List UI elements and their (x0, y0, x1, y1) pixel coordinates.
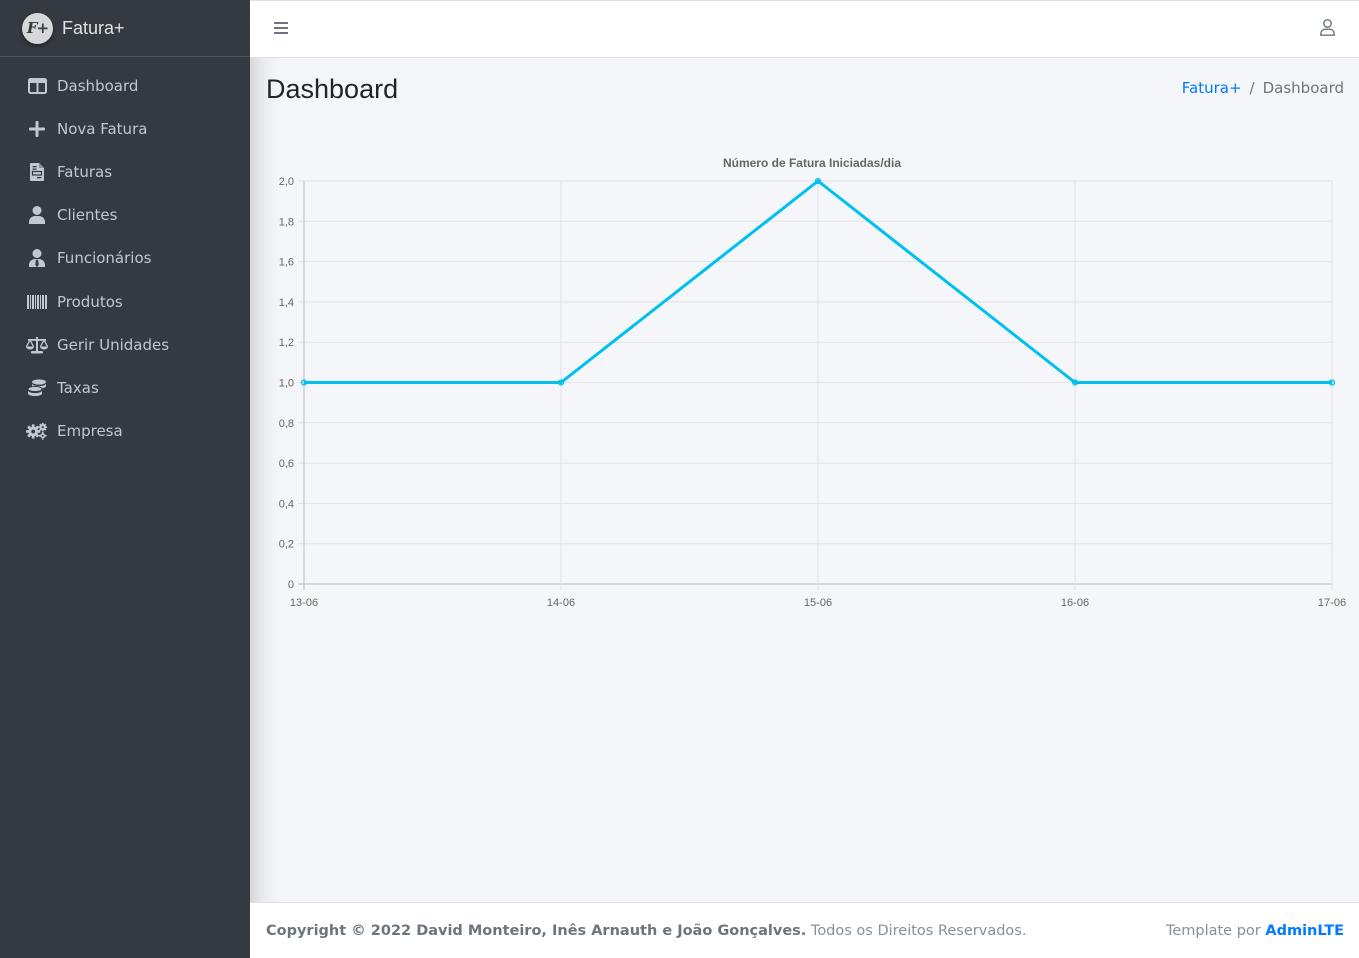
sidebar-item-gerir-unidades[interactable]: Gerir Unidades (0, 323, 250, 366)
sidebar-item-funcionarios[interactable]: Funcionários (0, 237, 250, 280)
data-point (1071, 379, 1079, 386)
brand-link[interactable]: F+ Fatura+ (0, 0, 250, 57)
y-tick-label: 0 (288, 579, 294, 591)
breadcrumb-current: Dashboard (1262, 79, 1344, 97)
x-tick-label: 14-06 (547, 597, 575, 609)
balance-scale-icon (26, 335, 48, 355)
y-tick-label: 1,4 (279, 297, 294, 309)
y-tick-label: 1,2 (279, 337, 294, 349)
main-sidebar: F+ Fatura+ Dashboard Nova Fatura Faturas (0, 0, 250, 958)
sidebar-item-faturas[interactable]: Faturas (0, 150, 250, 193)
footer-rights: Todos os Direitos Reservados. (806, 922, 1027, 939)
sidebar-item-label: Clientes (57, 206, 118, 225)
y-tick-label: 2,0 (279, 176, 294, 188)
sidebar-item-taxas[interactable]: Taxas (0, 366, 250, 409)
plus-icon (26, 119, 48, 139)
columns-icon (26, 76, 48, 96)
sidebar-item-nova-fatura[interactable]: Nova Fatura (0, 107, 250, 150)
hamburger-icon[interactable] (274, 22, 288, 36)
y-tick-label: 0,6 (279, 458, 294, 470)
sidebar-item-label: Nova Fatura (57, 119, 148, 138)
y-tick-label: 1,8 (279, 216, 294, 228)
brand-text: Fatura+ (62, 17, 125, 38)
brand-logo: F+ (22, 12, 53, 44)
sidebar-item-produtos[interactable]: Produtos (0, 280, 250, 323)
breadcrumb: Fatura+ / Dashboard (1182, 79, 1344, 97)
top-navbar (250, 0, 1359, 58)
footer-copyright: Copyright © 2022 David Monteiro, Inês Ar… (266, 922, 807, 939)
sidebar-item-label: Taxas (57, 378, 99, 397)
x-tick-label: 13-06 (290, 597, 318, 609)
main-footer: Copyright © 2022 David Monteiro, Inês Ar… (250, 902, 1359, 958)
sidebar-item-clientes[interactable]: Clientes (0, 194, 250, 237)
barcode-icon (26, 292, 48, 312)
user-tie-icon (26, 248, 48, 268)
y-tick-label: 0,2 (279, 539, 294, 551)
file-invoice-icon (26, 162, 48, 182)
sidebar-item-empresa[interactable]: Empresa (0, 410, 250, 453)
breadcrumb-home-link[interactable]: Fatura+ (1182, 79, 1242, 97)
sidebar-item-label: Funcionários (57, 249, 152, 268)
cogs-icon (26, 421, 48, 441)
sidebar-item-label: Gerir Unidades (57, 335, 170, 354)
x-tick-label: 17-06 (1318, 597, 1346, 609)
coins-icon (26, 378, 48, 398)
footer-template-credit: Template por AdminLTE (1166, 923, 1344, 939)
data-point (814, 177, 822, 185)
breadcrumb-separator: / (1249, 79, 1255, 97)
data-point (300, 379, 308, 386)
x-tick-label: 16-06 (1061, 597, 1089, 609)
sidebar-item-label: Faturas (57, 162, 113, 181)
data-point (557, 379, 565, 386)
y-tick-label: 0,8 (279, 418, 294, 430)
data-point (1328, 379, 1336, 386)
sidebar-item-label: Produtos (57, 292, 123, 311)
page-title: Dashboard (266, 74, 399, 104)
chart-title: Número de Fatura Iniciadas/dia (723, 156, 901, 170)
footer-copyright-block: Copyright © 2022 David Monteiro, Inês Ar… (266, 923, 1026, 939)
sidebar-item-dashboard[interactable]: Dashboard (0, 64, 250, 107)
user-outline-icon[interactable] (1320, 19, 1335, 40)
y-tick-label: 1,0 (279, 378, 294, 390)
invoices-per-day-chart: Número de Fatura Iniciadas/dia 0 0,2 0,4 0,… (279, 156, 1346, 609)
sidebar-nav: Dashboard Nova Fatura Faturas Clientes F… (0, 57, 250, 453)
x-tick-label: 15-06 (804, 597, 832, 609)
y-tick-label: 0,4 (279, 498, 294, 510)
brand-logo-text: F+ (26, 19, 49, 37)
y-tick-label: 1,6 (279, 257, 294, 269)
user-icon (26, 205, 48, 225)
sidebar-item-label: Dashboard (57, 76, 139, 95)
sidebar-item-label: Empresa (57, 422, 123, 441)
footer-template-prefix: Template por (1165, 922, 1266, 939)
adminlte-link[interactable]: AdminLTE (1265, 923, 1344, 939)
